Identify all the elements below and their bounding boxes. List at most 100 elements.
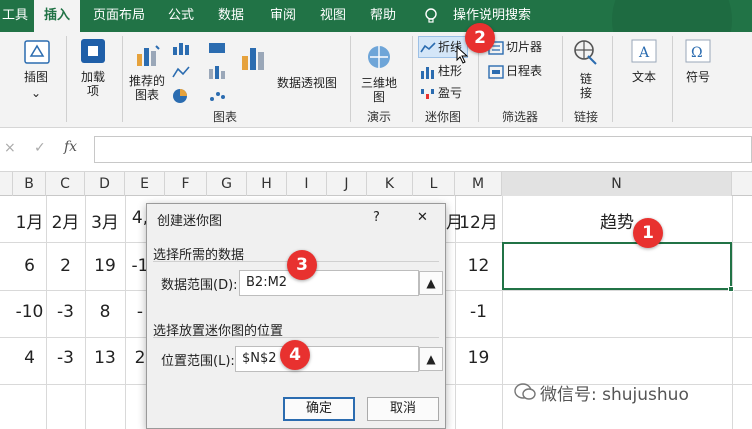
column-header-h[interactable]: H (247, 172, 287, 196)
cancel-icon[interactable]: × (4, 140, 16, 156)
close-icon[interactable]: ✕ (417, 210, 428, 225)
cell-c2[interactable]: 2 (46, 256, 85, 276)
column-header-c[interactable]: C (46, 172, 85, 196)
ok-button[interactable]: 确定 (283, 397, 355, 421)
column-chart-icon[interactable] (172, 40, 190, 55)
recommended-charts-label[interactable]: 推荐的 图表 (124, 74, 170, 102)
group-separator (562, 36, 563, 122)
mouse-pointer-icon (456, 45, 470, 64)
cell-m4[interactable]: 19 (455, 348, 502, 368)
3d-map-label[interactable]: 三维地 图 (356, 76, 402, 104)
chevron-down-icon[interactable]: ⌄ (14, 86, 58, 100)
cell-m3[interactable]: -1 (455, 302, 502, 322)
pivot-chart-label[interactable]: 数据透视图 (272, 76, 342, 90)
cell-b4[interactable]: 4 (13, 348, 46, 368)
cell-c1[interactable]: 2月 (46, 208, 85, 233)
group-separator (122, 36, 123, 122)
wechat-icon (514, 382, 536, 402)
tab-data[interactable]: 数据 (210, 0, 252, 32)
column-header-e[interactable]: E (125, 172, 165, 196)
cell-c4[interactable]: -3 (46, 348, 85, 368)
callout-4: 4 (280, 340, 310, 370)
pie-chart-icon[interactable] (172, 88, 188, 104)
tab-formulas[interactable]: 公式 (160, 0, 202, 32)
cell-d4[interactable]: 13 (85, 348, 125, 368)
cell-b1[interactable]: 1月 (13, 208, 46, 233)
sparkline-column-icon[interactable] (420, 64, 436, 79)
symbol-icon[interactable]: Ω (684, 38, 712, 64)
group-separator (412, 36, 413, 122)
group-separator (350, 36, 351, 122)
location-range-label: 位置范围(L): (161, 354, 235, 369)
link-icon[interactable] (572, 38, 600, 66)
charts-group-label: 图表 (212, 110, 237, 124)
cell-c3[interactable]: -3 (46, 302, 85, 322)
line-chart-icon[interactable] (172, 64, 190, 78)
tab-insert[interactable]: 插入 (34, 0, 80, 32)
illustrations-label[interactable]: 插图 (14, 70, 58, 84)
sparkline-winloss-icon[interactable] (420, 86, 436, 100)
sparkline-column-label[interactable]: 柱形 (438, 63, 462, 79)
symbol-label[interactable]: 符号 (676, 70, 720, 84)
column-header-g[interactable]: G (207, 172, 247, 196)
cell-d2[interactable]: 19 (85, 256, 125, 276)
cancel-button[interactable]: 取消 (367, 397, 439, 421)
help-button[interactable]: ? (373, 210, 380, 225)
collapse-range-icon[interactable]: ▲ (419, 271, 443, 295)
column-header-k[interactable]: K (367, 172, 413, 196)
column-header-m[interactable]: M (455, 172, 502, 196)
cell-m2[interactable]: 12 (455, 256, 502, 276)
addins-label[interactable]: 加载 项 (70, 70, 116, 98)
slicer-label[interactable]: 切片器 (506, 39, 542, 55)
column-header-f[interactable]: F (165, 172, 207, 196)
data-range-input[interactable]: B2:M2 (239, 270, 419, 296)
tab-help[interactable]: 帮助 (362, 0, 404, 32)
svg-text:Ω: Ω (691, 45, 703, 61)
addins-icon[interactable] (80, 38, 106, 64)
cell-n1[interactable]: 趋势 (502, 208, 732, 233)
fill-handle[interactable] (728, 286, 734, 292)
column-header-n[interactable]: N (502, 172, 732, 196)
links-group-label: 链接 (573, 110, 598, 124)
tab-tools[interactable]: 工具 (0, 0, 30, 32)
text-icon[interactable]: A (630, 38, 658, 64)
column-header-d[interactable]: D (85, 172, 125, 196)
column-header-i[interactable]: I (287, 172, 327, 196)
cell-m1[interactable]: 12月 (455, 208, 502, 233)
collapse-range-icon[interactable]: ▲ (419, 347, 443, 371)
tell-me-search[interactable]: 操作说明搜索 (444, 0, 540, 32)
cell-b3[interactable]: -10 (13, 302, 46, 322)
pivot-chart-icon[interactable] (238, 42, 264, 72)
link-label[interactable]: 链 接 (572, 72, 600, 100)
column-header-l[interactable]: L (413, 172, 455, 196)
cell-d1[interactable]: 3月 (85, 208, 125, 233)
tab-view[interactable]: 视图 (312, 0, 354, 32)
enter-icon[interactable]: ✓ (34, 140, 46, 156)
cell-b2[interactable]: 6 (13, 256, 46, 276)
column-header-row: B C D E F G H I J K L M N (0, 172, 752, 196)
text-label[interactable]: 文本 (622, 70, 666, 84)
selected-cell-n2[interactable] (502, 242, 734, 292)
cell-d3[interactable]: 8 (85, 302, 125, 322)
tab-review[interactable]: 审阅 (262, 0, 304, 32)
callout-3: 3 (287, 250, 317, 280)
formula-input[interactable] (94, 136, 752, 163)
sparkline-winloss-label[interactable]: 盈亏 (438, 85, 462, 101)
svg-text:A: A (638, 45, 650, 61)
stat-chart-icon[interactable] (208, 64, 226, 79)
timeline-icon[interactable] (488, 64, 504, 79)
recommended-charts-icon[interactable] (134, 40, 164, 70)
scatter-chart-icon[interactable] (208, 88, 226, 102)
location-range-input[interactable]: $N$2 (235, 346, 419, 372)
hierarchy-chart-icon[interactable] (208, 40, 226, 54)
sparkline-line-icon[interactable] (420, 40, 436, 54)
ribbon-tab-bar: 工具 插入 页面布局 公式 数据 审阅 视图 帮助 操作说明搜索 (0, 0, 752, 80)
column-header-j[interactable]: J (327, 172, 367, 196)
select-all-corner[interactable] (0, 172, 13, 196)
3d-map-icon[interactable] (364, 42, 394, 72)
illustrations-icon[interactable] (22, 38, 52, 66)
fx-icon[interactable]: fx (64, 139, 77, 155)
timeline-label[interactable]: 日程表 (506, 63, 542, 79)
tab-page-layout[interactable]: 页面布局 (86, 0, 152, 32)
column-header-b[interactable]: B (13, 172, 46, 196)
